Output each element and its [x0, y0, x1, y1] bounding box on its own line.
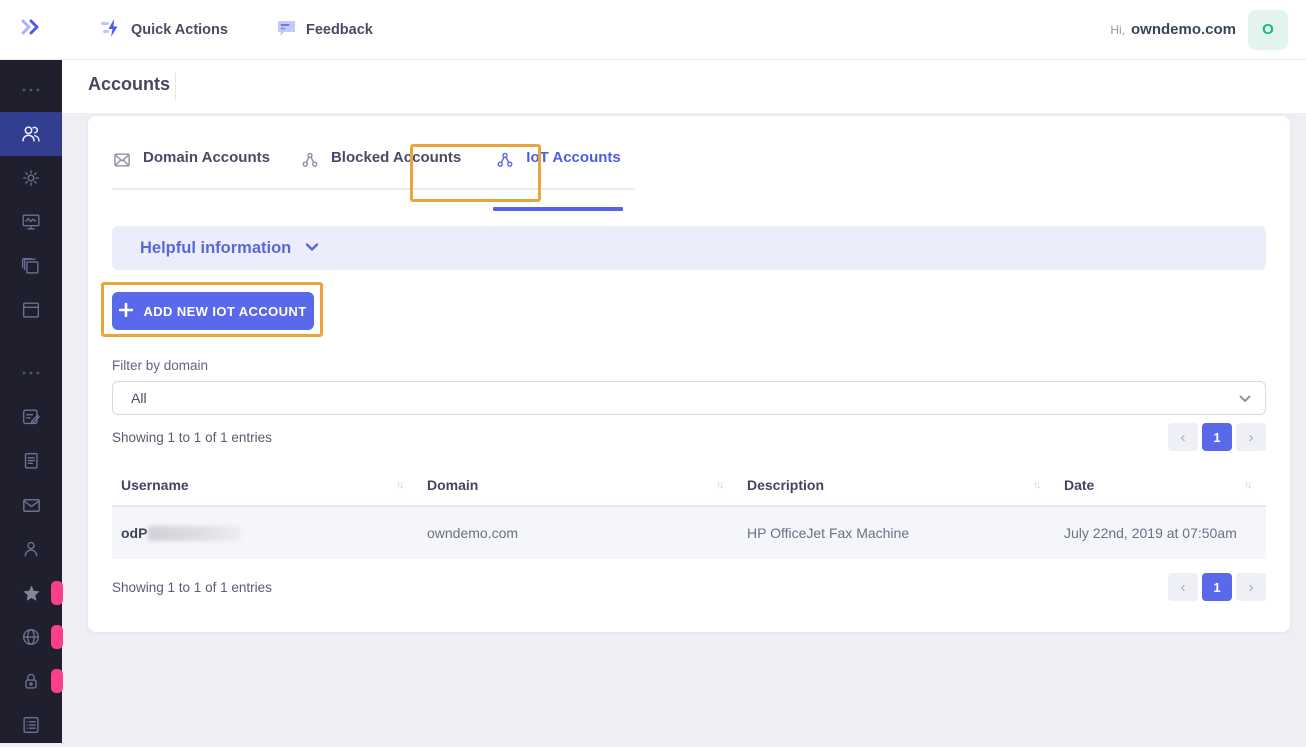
sidebar-item-accounts[interactable] [0, 112, 62, 156]
sidebar-item-documents[interactable] [0, 439, 62, 483]
page-title: Accounts [88, 74, 171, 94]
cell-username: odP [121, 525, 408, 541]
note-edit-icon [20, 406, 42, 428]
filter-by-domain-label: Filter by domain [112, 358, 209, 373]
topbar: Quick Actions Feedback Hi, owndemo.com O [0, 0, 1306, 60]
helpful-information-panel[interactable]: Helpful information [112, 226, 1266, 270]
sidebar-ellipsis-bottom[interactable] [0, 351, 62, 395]
feedback-label: Feedback [305, 21, 373, 38]
tab-label: IoT Accounts [526, 149, 621, 166]
iot-network-icon [495, 150, 515, 174]
list-icon [20, 714, 42, 736]
sort-icon: ↑↓ [396, 479, 404, 491]
sort-icon: ↑↓ [716, 479, 724, 491]
pagination-next-button[interactable]: › [1236, 423, 1266, 451]
add-new-iot-account-button[interactable]: ADD NEW IOT ACCOUNT [112, 292, 314, 330]
page-header: Accounts [62, 60, 1306, 113]
pagination-prev-button[interactable]: ‹ [1168, 423, 1198, 451]
cell-description: HP OfficeJet Fax Machine [738, 506, 1055, 559]
plus-icon [119, 302, 134, 320]
tab-bar: Domain Accounts Blocked Accounts IoT Acc… [112, 147, 635, 211]
users-icon [19, 122, 43, 146]
pagination-page-1-button[interactable]: 1 [1202, 423, 1232, 451]
envelope-icon [20, 494, 43, 517]
table-row[interactable]: odP owndemo.com HP OfficeJet Fax Machine… [112, 506, 1266, 559]
account-name: owndemo.com [1130, 21, 1236, 38]
chevron-down-icon [1239, 390, 1251, 406]
sidebar-item-favorites[interactable] [0, 571, 63, 615]
tab-label: Domain Accounts [143, 149, 270, 166]
entries-summary: Showing 1 to 1 of 1 entries [112, 579, 272, 595]
sort-icon: ↑↓ [1033, 479, 1041, 491]
title-divider [175, 73, 176, 101]
sidebar-collapse-button[interactable] [0, 17, 62, 42]
sidebar-item-settings[interactable] [0, 156, 62, 200]
tab-iot-accounts[interactable]: IoT Accounts [493, 147, 624, 211]
chevron-down-icon [305, 239, 319, 257]
cell-domain: owndemo.com [418, 506, 738, 559]
sidebar [0, 60, 63, 743]
quick-actions-label: Quick Actions [131, 21, 228, 38]
sidebar-ellipsis-top[interactable] [0, 68, 62, 112]
lock-icon [20, 670, 42, 692]
document-icon [20, 450, 42, 472]
table-header-row: Username ↑↓ Domain ↑↓ Description ↑↓ Date ↑↓ [112, 467, 1266, 507]
column-header-description[interactable]: Description ↑↓ [738, 467, 1055, 507]
add-button-label: ADD NEW IOT ACCOUNT [143, 303, 307, 319]
column-header-username[interactable]: Username ↑↓ [112, 467, 418, 507]
helpful-information-title: Helpful information [140, 238, 292, 257]
iot-network-icon [300, 150, 320, 174]
star-icon [20, 582, 43, 605]
sidebar-item-global[interactable] [0, 615, 63, 659]
entries-summary: Showing 1 to 1 of 1 entries [112, 429, 272, 445]
sidebar-item-copies[interactable] [0, 244, 62, 288]
notification-badge [51, 625, 63, 649]
list-meta-bottom: Showing 1 to 1 of 1 entries ‹ 1 › [112, 573, 1266, 601]
sort-icon: ↑↓ [1244, 479, 1252, 491]
envelope-icon [112, 150, 132, 174]
avatar-letter: O [1262, 21, 1274, 38]
sidebar-item-mail[interactable] [0, 483, 62, 527]
window-icon [20, 299, 42, 321]
sidebar-item-user[interactable] [0, 527, 62, 571]
sidebar-item-security[interactable] [0, 659, 63, 703]
sidebar-item-monitoring[interactable] [0, 200, 62, 244]
pagination-page-1-button[interactable]: 1 [1202, 573, 1232, 601]
feedback-button[interactable]: Feedback [276, 18, 373, 42]
pagination-prev-button[interactable]: ‹ [1168, 573, 1198, 601]
avatar[interactable]: O [1248, 9, 1288, 50]
tab-label: Blocked Accounts [330, 149, 462, 166]
user-icon [20, 538, 42, 560]
column-header-date[interactable]: Date ↑↓ [1055, 467, 1266, 507]
sidebar-item-notes[interactable] [0, 395, 62, 439]
sidebar-item-window[interactable] [0, 288, 62, 332]
gear-icon [20, 167, 42, 189]
lightning-icon [100, 18, 122, 42]
selected-domain-value: All [131, 390, 147, 406]
tab-blocked-accounts[interactable]: Blocked Accounts [300, 147, 461, 188]
cell-date: July 22nd, 2019 at 07:50am [1055, 506, 1266, 559]
greeting-text: Hi, [1110, 22, 1125, 37]
tab-domain-accounts[interactable]: Domain Accounts [112, 147, 270, 188]
ellipsis-icon [21, 87, 41, 93]
monitor-chart-icon [20, 211, 42, 233]
globe-icon [20, 626, 42, 648]
pagination-bottom: ‹ 1 › [1168, 573, 1266, 601]
sidebar-item-logs[interactable] [0, 703, 62, 747]
pagination-top: ‹ 1 › [1168, 423, 1266, 451]
iot-accounts-table: Username ↑↓ Domain ↑↓ Description ↑↓ Date ↑↓… [112, 467, 1266, 559]
speech-bubble-icon [276, 18, 297, 42]
list-meta-top: Showing 1 to 1 of 1 entries ‹ 1 › [112, 423, 1266, 451]
column-header-domain[interactable]: Domain ↑↓ [418, 467, 738, 507]
redacted-username-blur [148, 525, 241, 541]
accounts-card: Domain Accounts Blocked Accounts IoT Acc… [88, 116, 1290, 632]
notification-badge [51, 669, 63, 693]
double-chevron-right-icon [19, 17, 43, 42]
notification-badge [51, 581, 63, 605]
copies-icon [20, 255, 42, 277]
domain-filter-select[interactable]: All [112, 381, 1266, 415]
ellipsis-icon [21, 370, 41, 376]
pagination-next-button[interactable]: › [1236, 573, 1266, 601]
quick-actions-button[interactable]: Quick Actions [100, 18, 228, 42]
